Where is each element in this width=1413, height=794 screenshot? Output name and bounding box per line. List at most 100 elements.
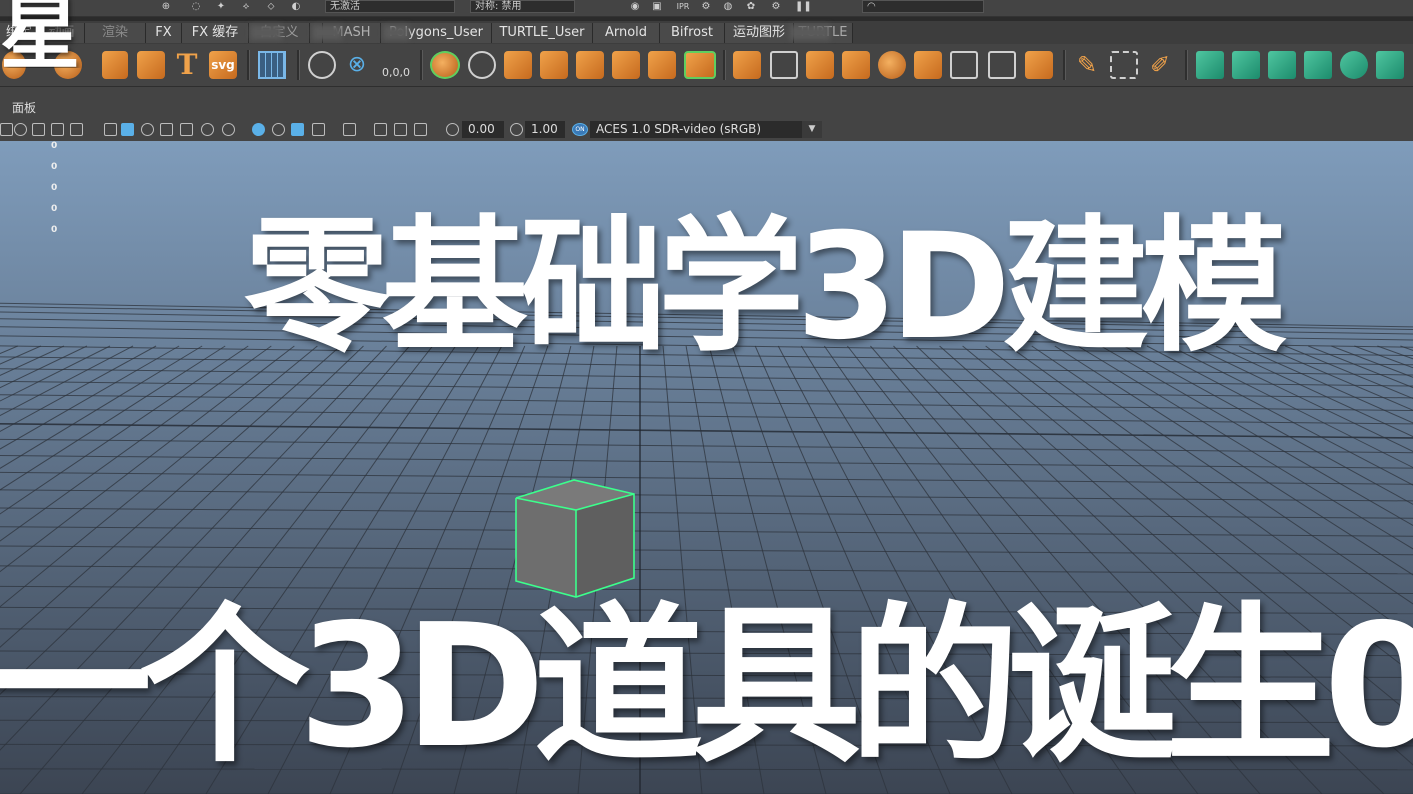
shelf-helix-icon[interactable] (137, 51, 165, 79)
2d-pan-zoom-icon[interactable] (70, 123, 83, 136)
shelf-extract-icon[interactable] (988, 51, 1016, 79)
view-transform-select[interactable]: ACES 1.0 SDR-video (sRGB) (590, 121, 802, 138)
smooth-shade-icon[interactable] (121, 123, 134, 136)
image-plane-icon[interactable] (51, 123, 64, 136)
cube-face-front (516, 498, 576, 597)
render-setup-icon[interactable]: ✿ (745, 1, 757, 13)
hud-value: 0 (51, 225, 58, 235)
light-editor-icon[interactable]: ⚙ (770, 1, 782, 13)
shelf-text-icon[interactable]: T (173, 51, 201, 79)
use-all-lights-icon[interactable] (180, 123, 193, 136)
tab-motion-graphics[interactable]: 运动图形 (725, 23, 794, 43)
shelf-poke-icon[interactable] (878, 51, 906, 79)
multisample-aa-icon[interactable] (272, 123, 285, 136)
xray-active-icon[interactable] (394, 123, 407, 136)
snap-surface-icon[interactable]: ⬦ (265, 1, 277, 13)
blur-mask (312, 25, 342, 40)
snap-curve-icon[interactable]: ◌ (190, 1, 202, 13)
shelf-uv-unfold-icon[interactable] (1340, 51, 1368, 79)
shelf-uv-planar-icon[interactable] (1196, 51, 1224, 79)
snap-grid-icon[interactable]: ⊕ (160, 1, 172, 13)
shelf-reset-origin-icon[interactable]: 0,0,0 (380, 51, 412, 79)
shelf-pivot-icon[interactable] (308, 51, 336, 79)
workspace-combo[interactable]: ◠ (862, 0, 984, 13)
hud-value: 0 (51, 141, 58, 151)
render-current-icon[interactable]: ▣ (650, 1, 664, 13)
shelf-svg-icon[interactable]: svg (209, 51, 237, 79)
shelf-separator (297, 50, 300, 80)
object-select-combo[interactable]: 无激活 (325, 0, 455, 13)
exposure-icon[interactable] (446, 123, 459, 136)
blur-mask (250, 25, 282, 40)
shelf-wedge-icon[interactable] (914, 51, 942, 79)
screen-space-ao-icon[interactable] (222, 123, 235, 136)
isolate-select-icon[interactable] (312, 123, 325, 136)
shelf-uv-spherical-icon[interactable] (1268, 51, 1296, 79)
tab-fx-cache[interactable]: FX 缓存 (182, 23, 249, 43)
tab-bifrost[interactable]: Bifrost (660, 23, 725, 43)
shelf-separator (1185, 50, 1188, 80)
shelf-extrude-icon[interactable] (576, 51, 604, 79)
snap-point-icon[interactable]: ✦ (215, 1, 227, 13)
lock-camera-icon[interactable] (14, 123, 27, 136)
shelf-bridge-icon[interactable] (612, 51, 640, 79)
shelf-smooth-icon[interactable] (430, 51, 460, 79)
pause-icon[interactable]: ❚❚ (795, 1, 812, 13)
gamma-icon[interactable] (510, 123, 523, 136)
overlay-corner-text: 星 (0, 0, 80, 68)
shelf-duplicate-face-icon[interactable] (950, 51, 978, 79)
view-transform-chevron-down-icon[interactable]: ▼ (802, 121, 822, 138)
wireframe-icon[interactable] (104, 123, 117, 136)
shelf-uv-cylindrical-icon[interactable] (1232, 51, 1260, 79)
shelf-triangulate-icon[interactable] (1025, 51, 1053, 79)
gamma-field[interactable]: 1.00 (525, 121, 565, 138)
hud-value: 0 (51, 162, 58, 172)
shelf-uv-automatic-icon[interactable] (1304, 51, 1332, 79)
shelf-bevel-icon[interactable] (468, 51, 496, 79)
shelf-target-weld-icon[interactable] (842, 51, 870, 79)
tab-turtle-user[interactable]: TURTLE_User (492, 23, 593, 43)
wireframe-on-shaded-icon[interactable] (141, 123, 154, 136)
hypershade-icon[interactable]: ◍ (722, 1, 734, 13)
shelf-separator (723, 50, 726, 80)
shadows-icon[interactable] (201, 123, 214, 136)
panel-menu[interactable]: 面板 (12, 99, 36, 116)
cube-object[interactable] (515, 479, 635, 598)
shelf-uv-editor-icon[interactable] (258, 51, 286, 79)
exposure-field[interactable]: 0.00 (462, 121, 504, 138)
ipr-render-icon[interactable]: IPR (672, 1, 694, 13)
textured-icon[interactable] (160, 123, 173, 136)
depth-of-field-icon[interactable] (291, 123, 304, 136)
shelf-center-pivot-icon[interactable]: ⊗ (343, 51, 371, 79)
camera-icon[interactable] (0, 123, 13, 136)
render-view-icon[interactable]: ◉ (628, 1, 642, 13)
shelf-separator (420, 50, 423, 80)
snap-live-icon[interactable]: ◐ (290, 1, 302, 13)
shelf-uv-layout-icon[interactable] (1376, 51, 1404, 79)
symmetry-combo[interactable]: 对称: 禁用 (470, 0, 575, 13)
shelf-tabs: 绑定 动画 渲染 FX FX 缓存 自定义 XGen MASH Polygons… (0, 21, 1413, 44)
backface-culling-icon[interactable] (414, 123, 427, 136)
shelf-boolean-icon[interactable] (684, 51, 716, 79)
shelf-separate-icon[interactable] (540, 51, 568, 79)
shelf-combine-icon[interactable] (504, 51, 532, 79)
shelf-append-icon[interactable] (733, 51, 761, 79)
hud-value: 0 (51, 204, 58, 214)
snap-view-icon[interactable]: ⟡ (240, 1, 252, 13)
xray-joints-icon[interactable] (374, 123, 387, 136)
motion-blur-icon[interactable] (252, 123, 265, 136)
shelf-insert-edge-loop-icon[interactable] (1110, 51, 1138, 79)
tab-arnold[interactable]: Arnold (593, 23, 660, 43)
shelf-multicut-icon[interactable]: ✎ (1073, 51, 1101, 79)
color-management-toggle[interactable]: ON (572, 123, 588, 136)
shelf-separator (1063, 50, 1066, 80)
bookmark-icon[interactable] (32, 123, 45, 136)
panel-menu-bar: 面板 (0, 87, 1413, 119)
render-settings-icon[interactable]: ⚙ (700, 1, 712, 13)
xray-icon[interactable] (343, 123, 356, 136)
shelf-mirror-icon[interactable] (648, 51, 676, 79)
tab-fx[interactable]: FX (146, 23, 182, 43)
shelf-fill-hole-icon[interactable] (770, 51, 798, 79)
shelf-merge-icon[interactable] (806, 51, 834, 79)
shelf-quad-draw-icon[interactable]: ✐ (1146, 51, 1174, 79)
